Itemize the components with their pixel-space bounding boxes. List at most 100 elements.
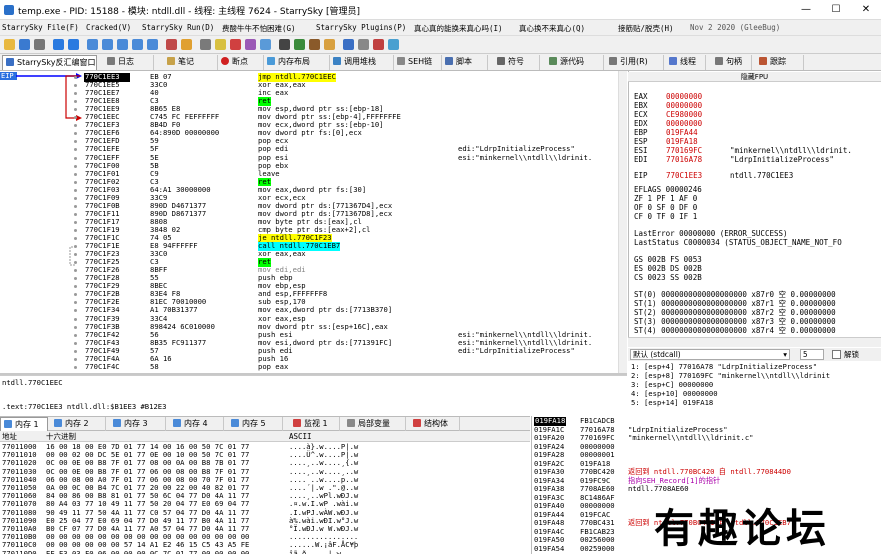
- breakpoint-dot[interactable]: [74, 341, 77, 345]
- breakpoint-dot[interactable]: [74, 357, 77, 361]
- menu-option-i[interactable]: 真心真的能换来真心吗(I): [414, 23, 503, 34]
- menu-help[interactable]: 接筋贴/脱壳(H): [618, 23, 674, 34]
- comment-icon[interactable]: [200, 39, 211, 50]
- breakpoint-dot[interactable]: [74, 84, 77, 88]
- breakpoint-dot[interactable]: [74, 253, 77, 257]
- breakpoint-dot[interactable]: [74, 228, 77, 232]
- breakpoint-dot[interactable]: [74, 349, 77, 353]
- tab-trace[interactable]: 跟踪: [756, 55, 804, 70]
- tab-watch-1[interactable]: 监视 1: [290, 417, 340, 432]
- maximize-button[interactable]: ☐: [821, 0, 851, 20]
- breakpoint-dot[interactable]: [74, 172, 77, 176]
- breakpoint-dot[interactable]: [74, 100, 77, 104]
- register-value[interactable]: 00000000: [666, 92, 702, 101]
- breakpoint-dot[interactable]: [74, 76, 77, 79]
- breakpoint-dot[interactable]: [74, 333, 77, 337]
- bookmark-icon[interactable]: [230, 39, 241, 50]
- trace-into-icon[interactable]: [117, 39, 128, 50]
- calculator-icon[interactable]: [343, 39, 354, 50]
- tab-dump-5[interactable]: 内存 5: [228, 417, 283, 432]
- breakpoint-dot[interactable]: [74, 245, 77, 249]
- pause-icon[interactable]: [68, 39, 79, 50]
- step-into-icon[interactable]: [87, 39, 98, 50]
- patch-icon[interactable]: [309, 39, 320, 50]
- register-value[interactable]: 00000000: [666, 119, 702, 128]
- dump-row[interactable]: 770110D0 EE E3 03 F0 06 00 00 00 0C 7C 01…: [0, 549, 530, 554]
- register-value[interactable]: 77016A78: [666, 155, 702, 164]
- breakpoint-dot[interactable]: [74, 148, 77, 152]
- tab-script[interactable]: 脚本: [442, 55, 488, 70]
- breakpoint-dot[interactable]: [74, 277, 77, 281]
- breakpoint-dot[interactable]: [74, 325, 77, 329]
- tab-dump-1[interactable]: 内存 1: [0, 417, 48, 432]
- hash-icon[interactable]: [260, 39, 271, 50]
- find-icon[interactable]: [294, 39, 305, 50]
- unlock-checkbox[interactable]: [832, 350, 841, 359]
- tab-disassembly[interactable]: StarrySky反汇编窗口: [2, 55, 97, 70]
- tab-dump-4[interactable]: 内存 4: [170, 417, 224, 432]
- tab-memory-map[interactable]: 内存布局: [264, 55, 330, 70]
- about-icon[interactable]: [388, 39, 399, 50]
- tab-threads[interactable]: 线程: [666, 55, 706, 70]
- script-icon[interactable]: [279, 39, 290, 50]
- animate-icon[interactable]: [181, 39, 192, 50]
- breakpoint-dot[interactable]: [74, 317, 77, 321]
- register-value[interactable]: 770169FC: [666, 146, 702, 155]
- menu-tools[interactable]: 费酸牛牛不怕困难(G): [222, 23, 296, 34]
- hide-fpu-button[interactable]: 隐藏FPU: [628, 72, 881, 82]
- execute-till-return-icon[interactable]: [166, 39, 177, 50]
- callconv-select[interactable]: 默认 (stdcall) ▾: [630, 349, 790, 360]
- register-value[interactable]: 770C1EE3: [666, 171, 702, 180]
- register-value[interactable]: CE980000: [666, 110, 702, 119]
- tab-dump-3[interactable]: 内存 3: [110, 417, 166, 432]
- tab-locals[interactable]: 局部变量: [344, 417, 406, 432]
- breakpoint-dot[interactable]: [74, 293, 77, 297]
- breakpoint-dot[interactable]: [74, 365, 77, 369]
- breakpoint-dot[interactable]: [74, 164, 77, 168]
- menu-file[interactable]: StarrySky File(F): [2, 23, 79, 32]
- plugin-icon[interactable]: [358, 39, 369, 50]
- breakpoint-dot[interactable]: [74, 309, 77, 313]
- function-icon[interactable]: [245, 39, 256, 50]
- arg-count-spinner[interactable]: 5: [800, 349, 824, 360]
- tab-source[interactable]: 源代码: [546, 55, 604, 70]
- breakpoint-dot[interactable]: [74, 237, 77, 240]
- menu-run[interactable]: StarrySky Run(D): [142, 23, 214, 32]
- breakpoint-dot[interactable]: [74, 156, 77, 160]
- breakpoint-dot[interactable]: [74, 196, 77, 200]
- tab-log[interactable]: 日志: [104, 55, 154, 70]
- tab-handles[interactable]: 句柄: [712, 55, 752, 70]
- trace-over-icon[interactable]: [132, 39, 143, 50]
- minimize-button[interactable]: —: [791, 0, 821, 20]
- run-to-user-icon[interactable]: [147, 39, 158, 50]
- close-file-icon[interactable]: [34, 39, 45, 50]
- tab-references[interactable]: 引用(R): [606, 55, 664, 70]
- tab-struct[interactable]: 结构体: [410, 417, 460, 432]
- breakpoint-dot[interactable]: [74, 180, 77, 184]
- menu-cracked[interactable]: Cracked(V): [86, 23, 131, 32]
- disassembly-scrollbar[interactable]: [618, 71, 627, 373]
- breakpoint-dot[interactable]: [74, 132, 77, 136]
- breakpoint-dot[interactable]: [74, 220, 77, 224]
- open-icon[interactable]: [4, 39, 15, 50]
- close-button[interactable]: ✕: [851, 0, 881, 20]
- register-value[interactable]: 019FA18: [666, 137, 698, 146]
- tab-breakpoints[interactable]: 断点: [218, 55, 264, 70]
- registers-hscrollbar[interactable]: [628, 337, 881, 347]
- breakpoint-dot[interactable]: [74, 188, 77, 192]
- tab-call-stack[interactable]: 调用堆栈: [330, 55, 394, 70]
- breakpoint-dot[interactable]: [74, 285, 77, 289]
- breakpoint-dot[interactable]: [74, 212, 77, 216]
- tab-notes[interactable]: 笔记: [164, 55, 218, 70]
- breakpoint-dot[interactable]: [74, 301, 77, 305]
- breakpoint-dot[interactable]: [74, 140, 77, 144]
- dump-pane[interactable]: 地址 十六进制 ASCII 77011000 16 00 18 00 E0 7D …: [0, 431, 530, 554]
- run-icon[interactable]: [53, 39, 64, 50]
- register-value[interactable]: 00000000: [666, 101, 702, 110]
- breakpoint-dot[interactable]: [74, 261, 77, 265]
- breakpoint-dot[interactable]: [74, 108, 77, 112]
- help-icon[interactable]: [373, 39, 384, 50]
- breakpoint-dot[interactable]: [74, 269, 77, 273]
- tab-symbols[interactable]: 符号: [494, 55, 540, 70]
- menu-plugins[interactable]: StarrySky Plugins(P): [316, 23, 406, 32]
